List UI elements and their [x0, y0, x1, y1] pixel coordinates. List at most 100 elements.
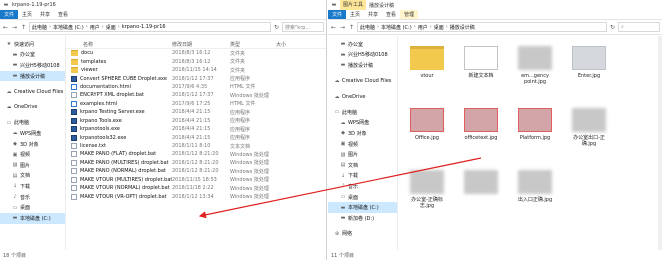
back-icon[interactable]: ← — [330, 24, 337, 31]
nav-item[interactable]: ▬ 播放设计稿 — [0, 70, 65, 82]
file-row[interactable]: MAKE PANO (MULTIRES) droplet.bat 2018/1/1… — [66, 159, 326, 167]
file-row[interactable]: documentation.html 2017/9/6 4:35 HTML 文件 — [66, 83, 326, 91]
file-tile[interactable]: em...gency point.jpg — [512, 42, 558, 102]
nav-item[interactable]: ▣ 视频 — [0, 149, 65, 160]
file-tile[interactable]: officetext.jpg — [458, 104, 504, 164]
tab-manage[interactable]: 管理 — [400, 10, 419, 19]
back-icon[interactable]: ← — [2, 24, 9, 31]
nav-item[interactable]: ♪ 音乐 — [0, 192, 65, 203]
nav-item[interactable]: ▬ 兴业H5移动0108 — [0, 60, 65, 71]
nav-item[interactable]: ▤ 文档 — [328, 160, 397, 171]
nav-item[interactable]: ☁ OneDrive — [0, 102, 65, 113]
column-size-header[interactable]: 大小 — [276, 41, 326, 48]
file-row[interactable]: MAKE PANO (FLAT) droplet.bat 2018/1/12 8:… — [66, 150, 326, 158]
nav-item[interactable]: ☁ WPS网盘 — [0, 128, 65, 139]
nav-item[interactable]: ☁ WPS网盘 — [328, 118, 397, 129]
tab-home[interactable]: 主页 — [18, 10, 36, 19]
file-tile[interactable]: 出入口正确.jpg — [512, 166, 558, 226]
file-row[interactable]: viewer 2018/11/15 14:14 文件夹 — [66, 66, 326, 74]
nav-item[interactable]: ▣ 视频 — [328, 139, 397, 150]
up-icon[interactable]: ↑ — [348, 24, 355, 31]
column-date-header[interactable]: 修改日期 — [172, 41, 230, 48]
tab-home[interactable]: 主页 — [346, 10, 364, 19]
breadcrumb-item[interactable]: 桌面 — [106, 24, 116, 31]
nav-item[interactable]: ↓ 下载 — [0, 181, 65, 192]
nav-item-label: OneDrive — [342, 93, 366, 100]
column-name-header[interactable]: 名称 — [66, 41, 172, 48]
refresh-icon[interactable]: ↻ — [273, 24, 280, 31]
breadcrumb-item[interactable]: 用户 — [418, 24, 428, 31]
up-icon[interactable]: ↑ — [20, 24, 27, 31]
file-tile[interactable]: vtour — [404, 42, 450, 102]
nav-item[interactable]: ☁ Creative Cloud Files — [0, 86, 65, 97]
file-tile[interactable]: 办公室出口-正确.jpg — [566, 104, 612, 164]
breadcrumb-item[interactable]: 此电脑 — [360, 24, 375, 31]
file-row[interactable]: docu 2018/8/3 16:12 文件夹 — [66, 49, 326, 57]
nav-item[interactable]: ▭ 此电脑 — [0, 118, 65, 129]
nav-item[interactable]: ☁ OneDrive — [328, 91, 397, 102]
file-row[interactable]: krpanotools.exe 2018/4/4 21:15 应用程序 — [66, 125, 326, 133]
nav-item[interactable]: ▬ 兴业H5移动0108 — [328, 50, 397, 61]
nav-item[interactable]: ▤ 文档 — [0, 171, 65, 182]
nav-item[interactable]: ▨ 图片 — [0, 160, 65, 171]
file-row[interactable]: krpano Tools.exe 2018/4/4 21:15 应用程序 — [66, 117, 326, 125]
file-tile[interactable]: 新建文本档 — [458, 42, 504, 102]
breadcrumb-item[interactable]: 用户 — [90, 24, 100, 31]
picture-tools-context-tab[interactable]: 图片工具 — [340, 0, 367, 10]
nav-item[interactable]: ★ 快速访问 — [0, 39, 65, 50]
nav-item[interactable]: ☁ Creative Cloud Files — [328, 76, 397, 87]
file-row[interactable]: Convert SPHERE CUBE Droplet.exe 2018/1/12… — [66, 74, 326, 82]
nav-item[interactable]: ▬ 播放设计稿 — [328, 60, 397, 71]
tab-view[interactable]: 查看 — [54, 10, 72, 19]
file-row[interactable]: examples.html 2017/9/6 17:25 HTML 文件 — [66, 100, 326, 108]
file-row[interactable]: MAKE VTOUR (NORMAL) droplet.bat 2018/11/1… — [66, 184, 326, 192]
tab-share[interactable]: 共享 — [364, 10, 382, 19]
file-tile[interactable]: 办公室-正确标志.jpg — [404, 166, 450, 226]
nav-item[interactable]: ⊕ 网络 — [328, 229, 397, 240]
file-row[interactable]: templates 2018/8/3 16:12 文件夹 — [66, 57, 326, 65]
nav-item[interactable]: ▬ 本地磁盘 (C:) — [0, 212, 65, 224]
breadcrumb-item[interactable]: 播放设计稿 — [450, 24, 475, 31]
nav-item[interactable]: ◆ 3D 对象 — [328, 128, 397, 139]
nav-item[interactable]: ▭ 桌面 — [328, 192, 397, 203]
file-row[interactable]: license.txt 2018/1/11 8:10 文本文档 — [66, 142, 326, 150]
nav-item[interactable]: ◆ 3D 对象 — [0, 139, 65, 150]
nav-item[interactable]: ▬ 新加卷 (D:) — [328, 213, 397, 224]
nav-item[interactable]: ↓ 下载 — [328, 171, 397, 182]
nav-item[interactable]: ▬ 办公室 — [0, 50, 65, 61]
file-tile[interactable]: Platform.jpg — [512, 104, 558, 164]
column-type-header[interactable]: 类型 — [230, 41, 276, 48]
tab-file[interactable]: 文件 — [0, 10, 19, 19]
nav-item[interactable]: ♪ 音乐 — [328, 181, 397, 192]
right-search-input[interactable]: ⌕ — [618, 22, 660, 32]
vertical-scrollbar[interactable] — [658, 36, 662, 250]
breadcrumb-item[interactable]: 桌面 — [434, 24, 444, 31]
file-row[interactable]: MAKE VTOUR (MULTIRES) droplet.bat 2018/11… — [66, 176, 326, 184]
right-address-bar[interactable]: 此电脑 › 本地磁盘 (C:) › 用户 › 桌面 › 播放设计稿 — [357, 22, 607, 32]
file-tile[interactable] — [458, 166, 504, 226]
breadcrumb-item[interactable]: 本地磁盘 (C:) — [53, 24, 84, 31]
forward-icon[interactable]: → — [11, 24, 18, 31]
left-address-bar[interactable]: 此电脑 › 本地磁盘 (C:) › 用户 › 桌面 › krpano-1.19-… — [29, 22, 271, 32]
breadcrumb-item[interactable]: 本地磁盘 (C:) — [381, 24, 412, 31]
nav-item[interactable]: ▭ 桌面 — [0, 202, 65, 213]
tab-view[interactable]: 查看 — [382, 10, 400, 19]
file-tile[interactable]: Enter.jpg — [566, 42, 612, 102]
nav-item[interactable]: ▬ 办公室 — [328, 39, 397, 50]
breadcrumb-item[interactable]: krpano-1.19-pr16 — [122, 24, 166, 30]
breadcrumb-item[interactable]: 此电脑 — [32, 24, 47, 31]
file-row[interactable]: ENCRYPT XML droplet.bat 2018/1/12 17:37 Wi… — [66, 91, 326, 99]
forward-icon[interactable]: → — [339, 24, 346, 31]
nav-item[interactable]: ▬ 本地磁盘 (C:) — [328, 202, 397, 213]
tab-share[interactable]: 共享 — [36, 10, 54, 19]
file-tile[interactable]: Office.jpg — [404, 104, 450, 164]
nav-item[interactable]: ▨ 图片 — [328, 149, 397, 160]
file-row[interactable]: krpanotools32.exe 2018/4/4 21:15 应用程序 — [66, 133, 326, 141]
file-row[interactable]: krpano Testing Server.exe 2018/4/4 21:15 应… — [66, 108, 326, 116]
nav-item[interactable]: ▭ 此电脑 — [328, 107, 397, 118]
file-row[interactable]: MAKE PANO (NORMAL) droplet.bat 2018/1/12 … — [66, 167, 326, 175]
refresh-icon[interactable]: ↻ — [609, 24, 616, 31]
tab-file[interactable]: 文件 — [328, 10, 347, 19]
left-search-input[interactable]: 搜索"krp... — [282, 22, 324, 32]
file-row[interactable]: MAKE VTOUR (VR-OPT) droplet.bat 2018/1/12… — [66, 192, 326, 200]
